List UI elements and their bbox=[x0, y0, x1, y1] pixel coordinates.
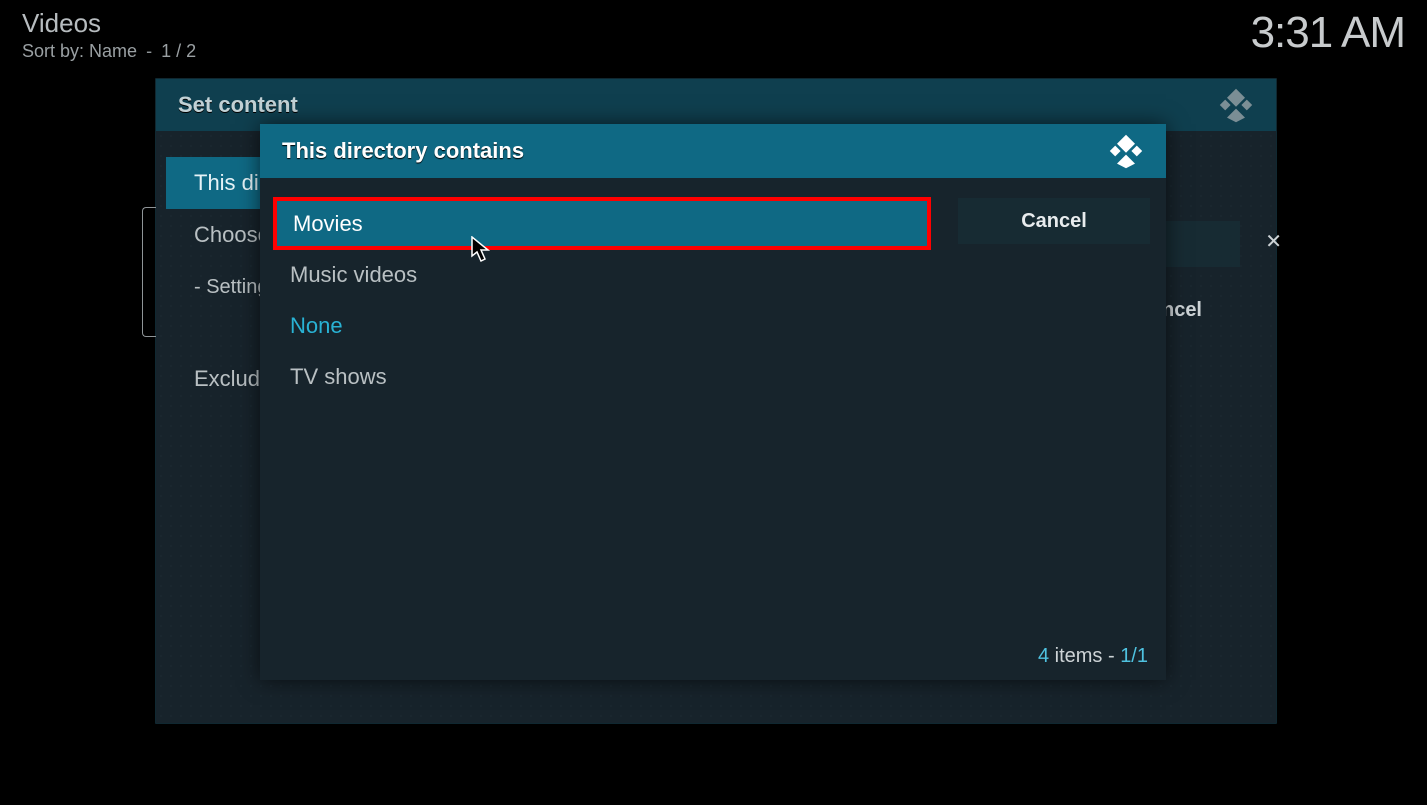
kodi-logo-icon bbox=[1218, 87, 1254, 123]
content-type-movies[interactable]: Movies bbox=[274, 198, 930, 249]
directory-contains-dialog: This directory contains Movies Music vid… bbox=[260, 124, 1166, 680]
sort-value: Name bbox=[89, 41, 137, 61]
status-page: 1/1 bbox=[1120, 645, 1148, 667]
clock: 3:31 AM bbox=[1251, 8, 1405, 58]
directory-contains-header: This directory contains bbox=[260, 124, 1166, 178]
status-count: 4 bbox=[1038, 645, 1049, 667]
sort-prefix: Sort by: bbox=[22, 41, 84, 61]
background-header: Videos Sort by: Name - 1 / 2 3:31 AM bbox=[22, 8, 1405, 62]
status-footer: 4 items - 1/1 bbox=[1038, 645, 1148, 668]
cancel-button[interactable]: Cancel bbox=[958, 198, 1150, 244]
kodi-logo-icon bbox=[1108, 133, 1144, 169]
page-fraction: 1 / 2 bbox=[161, 41, 196, 61]
directory-contains-title: This directory contains bbox=[282, 138, 524, 164]
status-count-label: items - bbox=[1055, 645, 1115, 667]
close-icon[interactable]: ✕ bbox=[1265, 229, 1282, 254]
set-content-title: Set content bbox=[178, 92, 298, 118]
content-type-music-videos[interactable]: Music videos bbox=[274, 249, 930, 300]
option-group-brace bbox=[142, 207, 156, 337]
content-type-none[interactable]: None bbox=[274, 300, 930, 351]
content-type-tv-shows[interactable]: TV shows bbox=[274, 351, 930, 402]
sort-info: Sort by: Name - 1 / 2 bbox=[22, 41, 196, 62]
section-title: Videos bbox=[22, 8, 196, 39]
content-type-list: Movies Music videos None TV shows bbox=[274, 198, 930, 402]
